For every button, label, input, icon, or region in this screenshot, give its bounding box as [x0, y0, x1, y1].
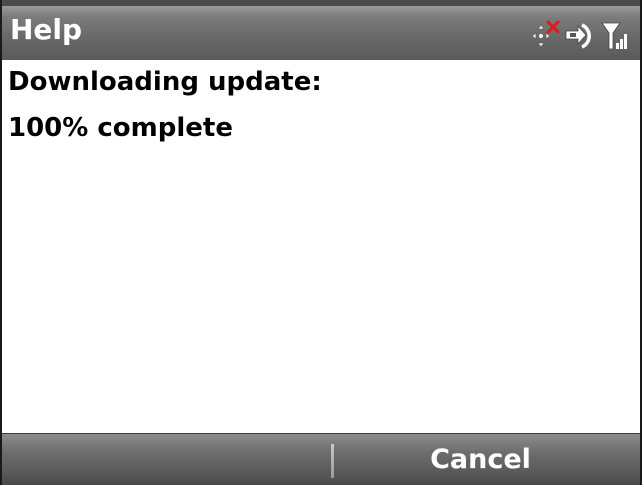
window-title: Help [10, 13, 83, 46]
left-softkey[interactable] [2, 434, 321, 485]
cancel-button[interactable]: Cancel [321, 434, 640, 485]
error-x-icon [546, 20, 560, 34]
download-status: Downloading update: 100% complete [8, 66, 634, 158]
phone-screen: Help Downloading update: 100% complete C… [0, 0, 642, 485]
softkey-bar: Cancel [2, 433, 640, 485]
download-status-heading: Downloading update: [8, 67, 322, 97]
status-icons [528, 12, 630, 58]
signal-strength-icon [600, 17, 630, 53]
title-bar: Help [2, 0, 640, 60]
data-connection-icon [562, 19, 598, 51]
download-progress-text: 100% complete [8, 113, 233, 143]
